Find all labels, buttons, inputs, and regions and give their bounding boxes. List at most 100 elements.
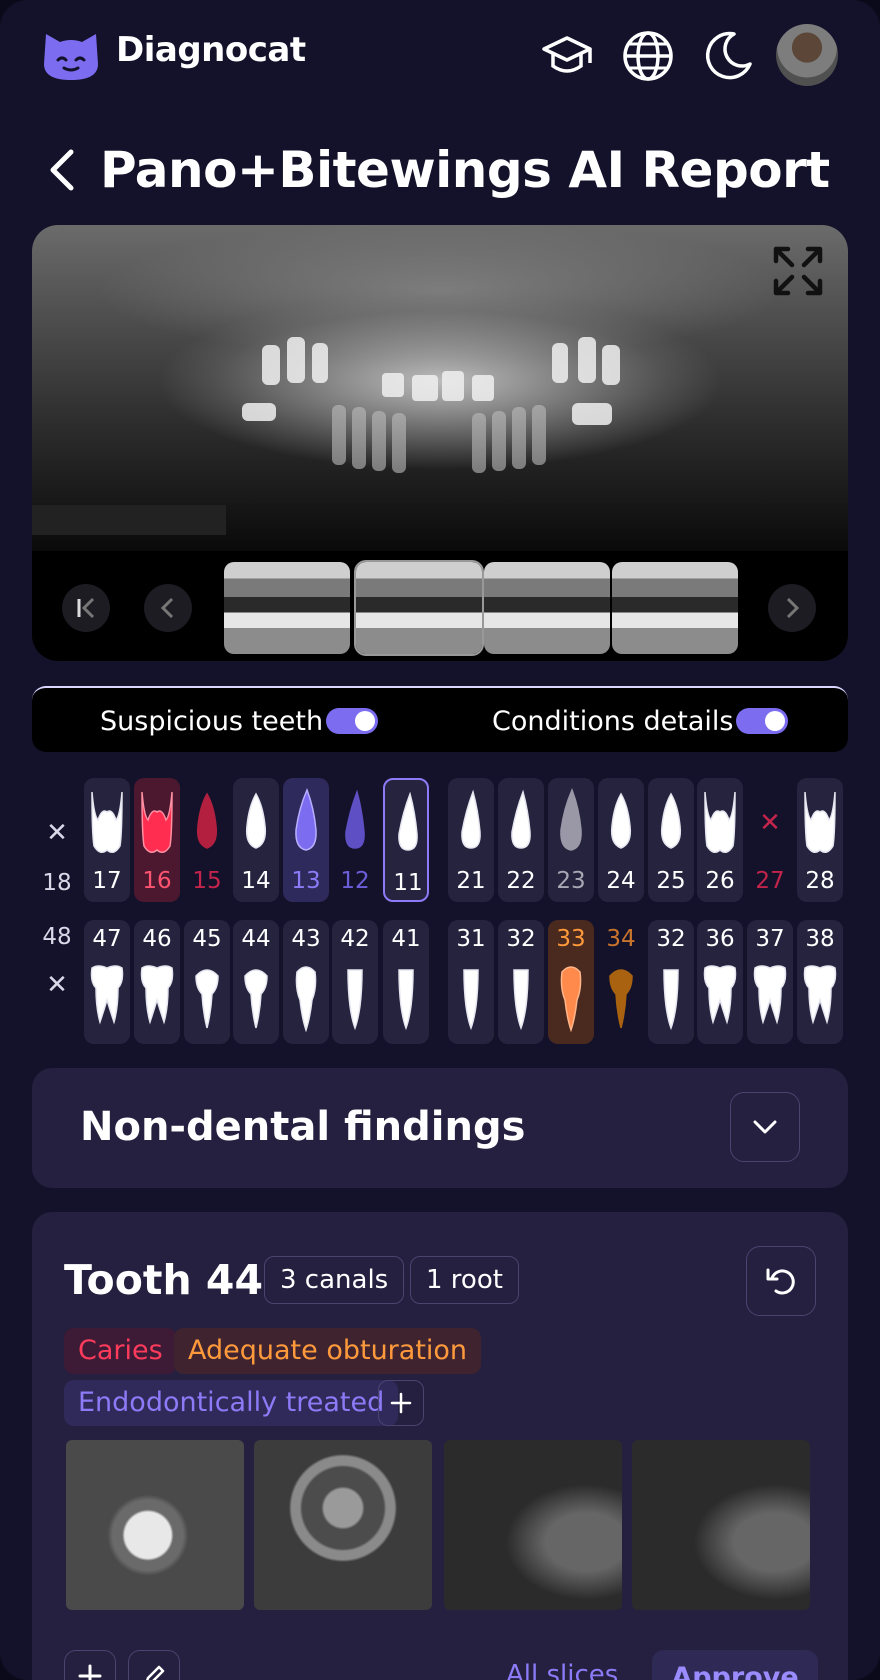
- tooth-number: 27: [755, 868, 785, 894]
- user-avatar[interactable]: [776, 24, 838, 86]
- upper-tooth-13[interactable]: 13: [283, 778, 329, 902]
- upper-row-start-label: 18: [42, 870, 72, 896]
- tooth-number: 21: [456, 868, 486, 894]
- lower-tooth-44[interactable]: 44: [233, 920, 279, 1044]
- xray-viewer: [32, 225, 848, 661]
- tooth-number: 12: [340, 868, 370, 894]
- suspicious-teeth-toggle[interactable]: [326, 708, 378, 734]
- tooth-number: 23: [556, 868, 586, 894]
- upper-tooth-22[interactable]: 22: [498, 778, 544, 902]
- tooth-icon: [747, 960, 793, 1034]
- suspicious-teeth-label: Suspicious teeth: [100, 706, 324, 737]
- tooth-number: 46: [142, 926, 172, 952]
- upper-tooth-23[interactable]: 23: [548, 778, 594, 902]
- lower-tooth-47[interactable]: 47: [84, 920, 130, 1044]
- lower-tooth-31[interactable]: 31: [448, 920, 494, 1044]
- prev-image-button[interactable]: [144, 584, 192, 632]
- tooth-number: 42: [340, 926, 370, 952]
- upper-tooth-28[interactable]: 28: [797, 778, 843, 902]
- tooth-detail-card: Tooth 44 3 canals 1 root Caries Adequate…: [32, 1212, 848, 1680]
- tooth-number: 22: [506, 868, 536, 894]
- tooth-number: 37: [755, 926, 785, 952]
- endodontically-treated-tag[interactable]: Endodontically treated: [64, 1380, 399, 1426]
- tooth-icon: [797, 786, 843, 860]
- tooth-icon: [283, 786, 329, 860]
- cbct-slice-3[interactable]: [444, 1440, 622, 1610]
- tooth-icon: [598, 960, 644, 1034]
- cbct-slice-4[interactable]: [632, 1440, 810, 1610]
- cbct-slice-2[interactable]: [254, 1440, 432, 1610]
- bitewing-thumbnail-4[interactable]: [612, 562, 738, 654]
- tooth-icon: [332, 786, 378, 860]
- chevron-down-icon[interactable]: [730, 1092, 800, 1162]
- upper-tooth-25[interactable]: 25: [648, 778, 694, 902]
- lower-tooth-45[interactable]: 45: [184, 920, 230, 1044]
- upper-tooth-15[interactable]: 15: [184, 778, 230, 902]
- back-arrow-icon[interactable]: [40, 145, 84, 195]
- lower-tooth-32[interactable]: 32: [648, 920, 694, 1044]
- cbct-slice-1[interactable]: [66, 1440, 244, 1610]
- upper-tooth-11[interactable]: 11: [383, 778, 429, 902]
- lower-tooth-41[interactable]: 41: [383, 920, 429, 1044]
- diagnocat-logo-icon[interactable]: [40, 26, 102, 84]
- upper-tooth-12[interactable]: 12: [332, 778, 378, 902]
- bitewing-thumbnail-2[interactable]: [354, 560, 484, 656]
- bitewing-thumbnail-1[interactable]: [224, 562, 350, 654]
- upper-tooth-17[interactable]: 17: [84, 778, 130, 902]
- add-condition-button[interactable]: [378, 1380, 424, 1426]
- lower-tooth-46[interactable]: 46: [134, 920, 180, 1044]
- upper-row-close-icon[interactable]: ✕: [37, 818, 77, 848]
- tooth-icon: [448, 786, 494, 860]
- tooth-icon: [548, 786, 594, 860]
- all-slices-link[interactable]: All slices: [506, 1660, 618, 1680]
- roots-badge: 1 root: [410, 1256, 519, 1304]
- upper-tooth-24[interactable]: 24: [598, 778, 644, 902]
- lower-row-close-icon[interactable]: ✕: [37, 970, 77, 1000]
- next-image-button[interactable]: [768, 584, 816, 632]
- tooth-icon: [84, 786, 130, 860]
- upper-tooth-14[interactable]: 14: [233, 778, 279, 902]
- undo-icon[interactable]: [746, 1246, 816, 1316]
- toggle-bar: Suspicious teeth Conditions details: [32, 686, 848, 752]
- caries-tag[interactable]: Caries: [64, 1328, 177, 1374]
- approve-button[interactable]: Approve: [652, 1650, 818, 1680]
- upper-tooth-16[interactable]: 16: [134, 778, 180, 902]
- canals-badge: 3 canals: [264, 1256, 405, 1304]
- panoramic-xray-image[interactable]: [32, 225, 848, 551]
- first-image-button[interactable]: [62, 584, 110, 632]
- tooth-number: 24: [606, 868, 636, 894]
- tooth-icon: [84, 960, 130, 1034]
- lower-tooth-42[interactable]: 42: [332, 920, 378, 1044]
- non-dental-findings-card[interactable]: Non-dental findings: [32, 1068, 848, 1188]
- upper-tooth-27[interactable]: ✕ 27: [747, 778, 793, 902]
- lower-tooth-34[interactable]: 34: [598, 920, 644, 1044]
- lower-tooth-32[interactable]: 32: [498, 920, 544, 1044]
- tooth-title: Tooth 44: [64, 1256, 263, 1304]
- upper-tooth-26[interactable]: 26: [697, 778, 743, 902]
- lower-tooth-33[interactable]: 33: [548, 920, 594, 1044]
- adequate-obturation-tag[interactable]: Adequate obturation: [174, 1328, 482, 1374]
- tooth-icon: [134, 960, 180, 1034]
- graduation-cap-icon[interactable]: [539, 28, 595, 84]
- globe-icon[interactable]: [620, 28, 676, 84]
- pencil-icon[interactable]: [128, 1650, 180, 1680]
- tooth-number: 34: [606, 926, 636, 952]
- non-dental-findings-title: Non-dental findings: [80, 1104, 526, 1150]
- expand-icon[interactable]: [772, 245, 824, 297]
- conditions-details-toggle[interactable]: [736, 708, 788, 734]
- tooth-icon: [184, 960, 230, 1034]
- lower-tooth-37[interactable]: 37: [747, 920, 793, 1044]
- tooth-icon: [797, 960, 843, 1034]
- tooth-icon: [697, 786, 743, 860]
- lower-tooth-38[interactable]: 38: [797, 920, 843, 1044]
- moon-icon[interactable]: [700, 28, 756, 84]
- add-button[interactable]: [64, 1650, 116, 1680]
- upper-tooth-21[interactable]: 21: [448, 778, 494, 902]
- top-bar: Diagnocat: [0, 0, 880, 112]
- page-title: Pano+Bitewings AI Report: [100, 141, 830, 199]
- lower-tooth-43[interactable]: 43: [283, 920, 329, 1044]
- bitewing-thumbnail-3[interactable]: [484, 562, 610, 654]
- tooth-number: 32: [506, 926, 536, 952]
- title-row: Pano+Bitewings AI Report: [40, 134, 830, 206]
- lower-tooth-36[interactable]: 36: [697, 920, 743, 1044]
